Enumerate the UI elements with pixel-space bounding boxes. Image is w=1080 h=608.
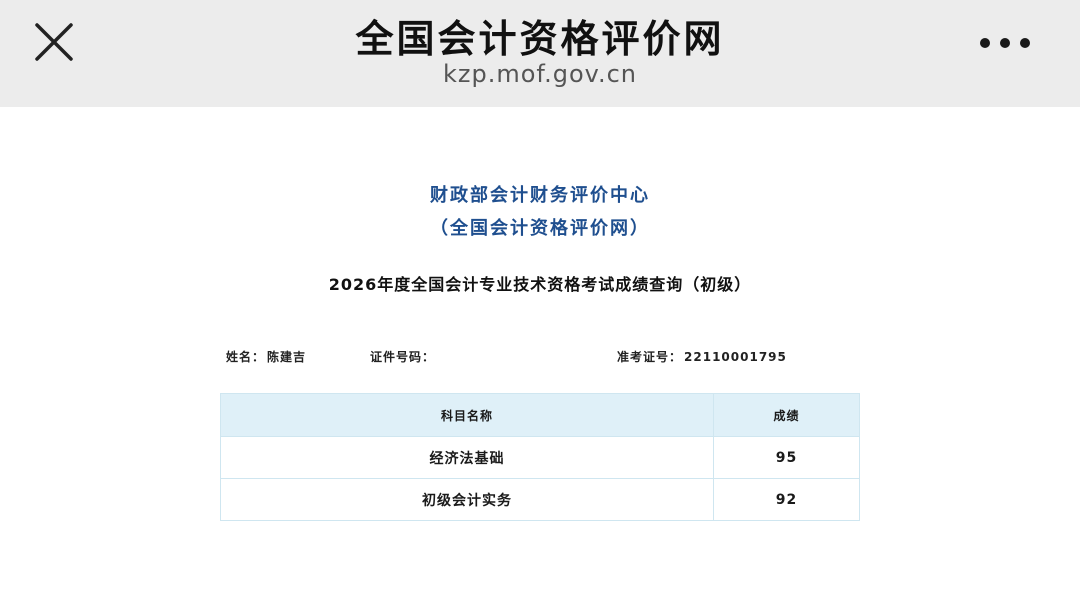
score-table: 科目名称 成绩 经济法基础 95 初级会计实务 92 xyxy=(219,393,860,521)
name-value: 陈建吉 xyxy=(267,350,307,364)
candidate-ticket: 准考证号： 22110001795 xyxy=(617,348,787,365)
site-url: kzp.mof.gov.cn xyxy=(442,60,638,88)
ticket-label: 准考证号： xyxy=(617,350,683,364)
subject-cell: 经济法基础 xyxy=(219,436,715,479)
score-cell: 92 xyxy=(713,478,860,521)
candidate-id: 证件号码： xyxy=(370,348,437,365)
org-subtitle: （全国会计资格评价网） xyxy=(430,218,650,239)
column-header-subject: 科目名称 xyxy=(219,393,715,437)
score-cell: 95 xyxy=(713,436,860,479)
browser-top-bar: 全国会计资格评价网 kzp.mof.gov.cn xyxy=(0,0,1080,107)
id-label: 证件号码： xyxy=(370,350,436,364)
ticket-value: 22110001795 xyxy=(684,350,787,364)
org-name: 财政部会计财务评价中心 xyxy=(430,185,650,206)
name-label: 姓名： xyxy=(226,350,266,364)
table-row: 初级会计实务 92 xyxy=(219,478,860,521)
table-header-row: 科目名称 成绩 xyxy=(219,393,860,437)
more-dots-icon[interactable] xyxy=(975,30,1035,56)
column-header-score: 成绩 xyxy=(713,393,860,437)
site-title: 全国会计资格评价网 xyxy=(355,17,725,61)
page-title: 2026年度全国会计专业技术资格考试成绩查询（初级） xyxy=(328,275,752,294)
candidate-name: 姓名： 陈建吉 xyxy=(226,348,306,365)
table-row: 经济法基础 95 xyxy=(219,436,860,479)
subject-cell: 初级会计实务 xyxy=(219,478,715,521)
